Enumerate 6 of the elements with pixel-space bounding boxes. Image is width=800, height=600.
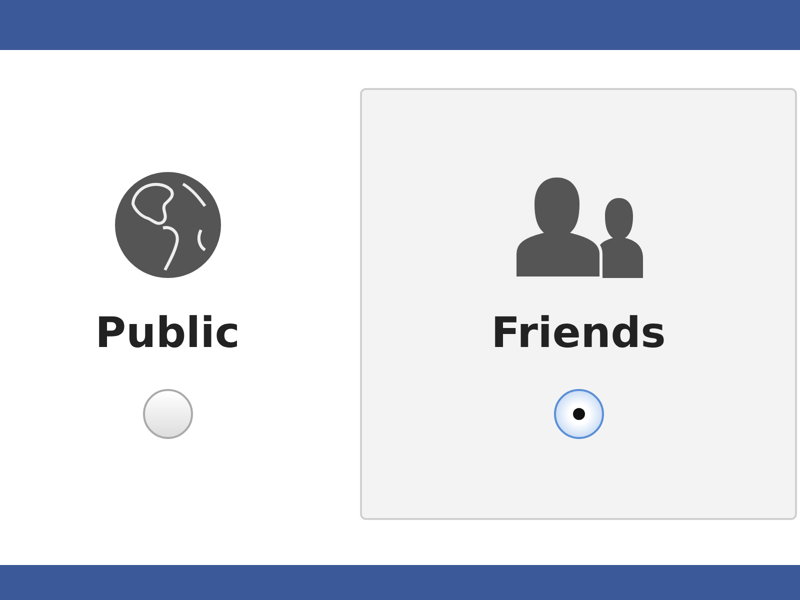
option-label: Public (95, 308, 240, 358)
option-card[interactable]: Friends (360, 88, 797, 520)
globe-icon (112, 170, 222, 280)
radio-button[interactable] (554, 389, 604, 439)
option-label: Friends (491, 308, 666, 358)
radio-button[interactable] (142, 389, 192, 439)
